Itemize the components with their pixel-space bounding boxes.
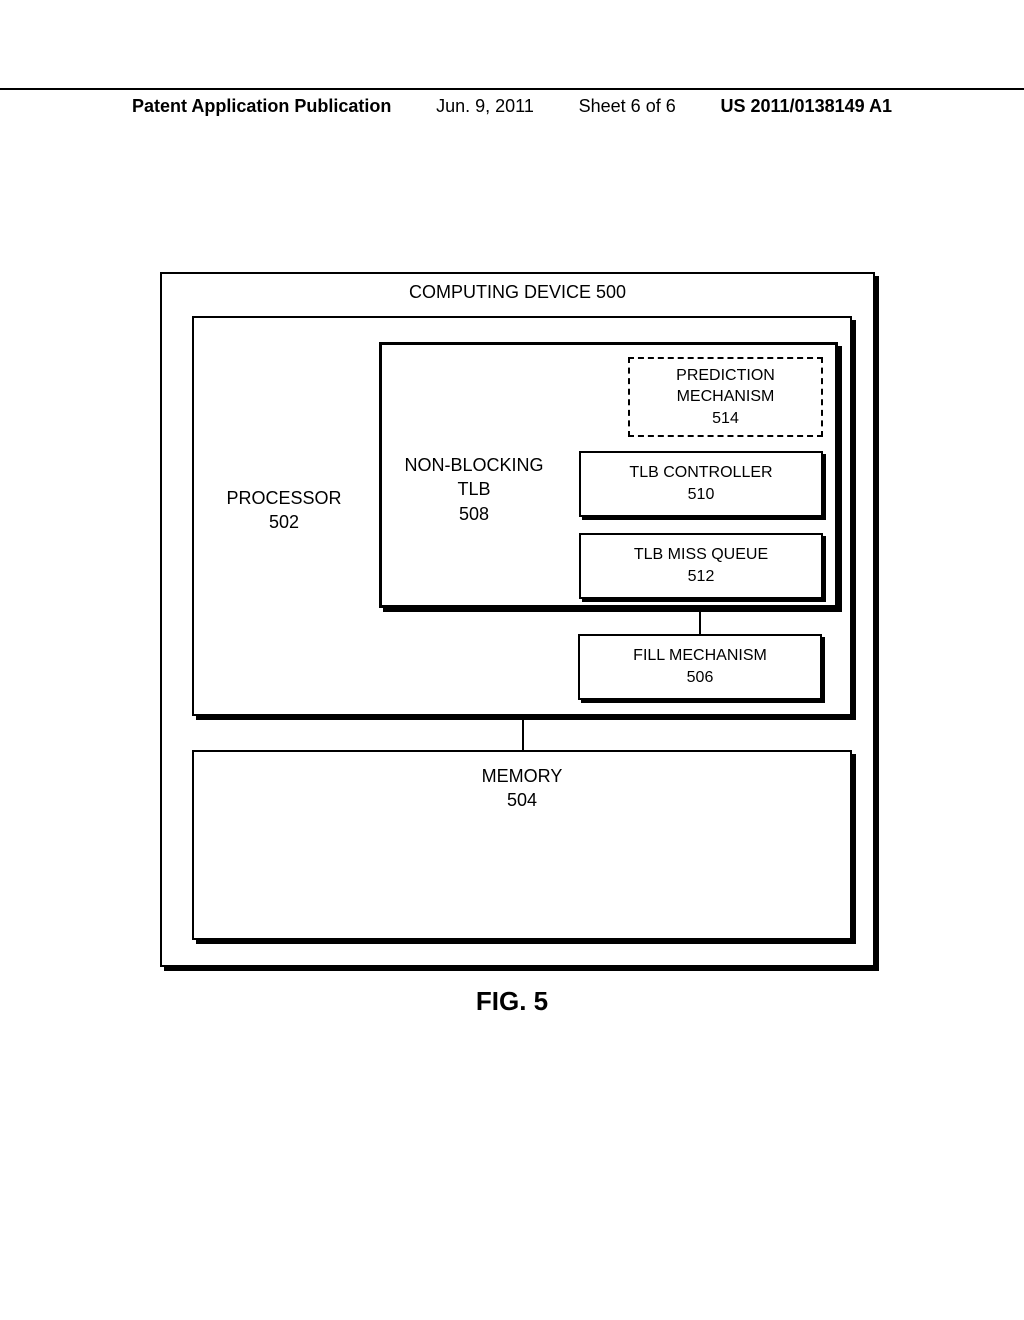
prediction-mechanism-box: PREDICTIONMECHANISM514: [628, 357, 823, 437]
fill-mechanism-label: FILL MECHANISM506: [633, 645, 767, 688]
tlb-miss-queue-label: TLB MISS QUEUE512: [634, 544, 768, 587]
diagram: COMPUTING DEVICE 500 PROCESSOR502 NON-BL…: [160, 272, 875, 967]
tlb-controller-label: TLB CONTROLLER510: [629, 462, 772, 505]
publication-date: Jun. 9, 2011: [436, 96, 534, 117]
figure-caption: FIG. 5: [0, 986, 1024, 1017]
connector-miss-to-fill: [699, 612, 701, 634]
page-header: Patent Application Publication Jun. 9, 2…: [0, 88, 1024, 117]
sheet-number: Sheet 6 of 6: [579, 96, 676, 117]
tlb-controller-box: TLB CONTROLLER510: [579, 451, 823, 517]
connector-processor-to-memory: [522, 720, 524, 750]
publication-label: Patent Application Publication: [132, 96, 391, 117]
processor-label: PROCESSOR502: [214, 486, 354, 535]
publication-number: US 2011/0138149 A1: [720, 96, 891, 117]
tlb-miss-queue-box: TLB MISS QUEUE512: [579, 533, 823, 599]
computing-device-box: COMPUTING DEVICE 500 PROCESSOR502 NON-BL…: [160, 272, 875, 967]
fill-mechanism-box: FILL MECHANISM506: [578, 634, 822, 700]
memory-box: MEMORY504: [192, 750, 852, 940]
computing-device-label: COMPUTING DEVICE 500: [162, 282, 873, 303]
processor-box: PROCESSOR502 NON-BLOCKINGTLB508 PREDICTI…: [192, 316, 852, 716]
non-blocking-tlb-label: NON-BLOCKINGTLB508: [394, 453, 554, 526]
prediction-mechanism-label: PREDICTIONMECHANISM514: [676, 365, 775, 430]
memory-label: MEMORY504: [194, 764, 850, 813]
non-blocking-tlb-box: NON-BLOCKINGTLB508 PREDICTIONMECHANISM51…: [379, 342, 838, 608]
